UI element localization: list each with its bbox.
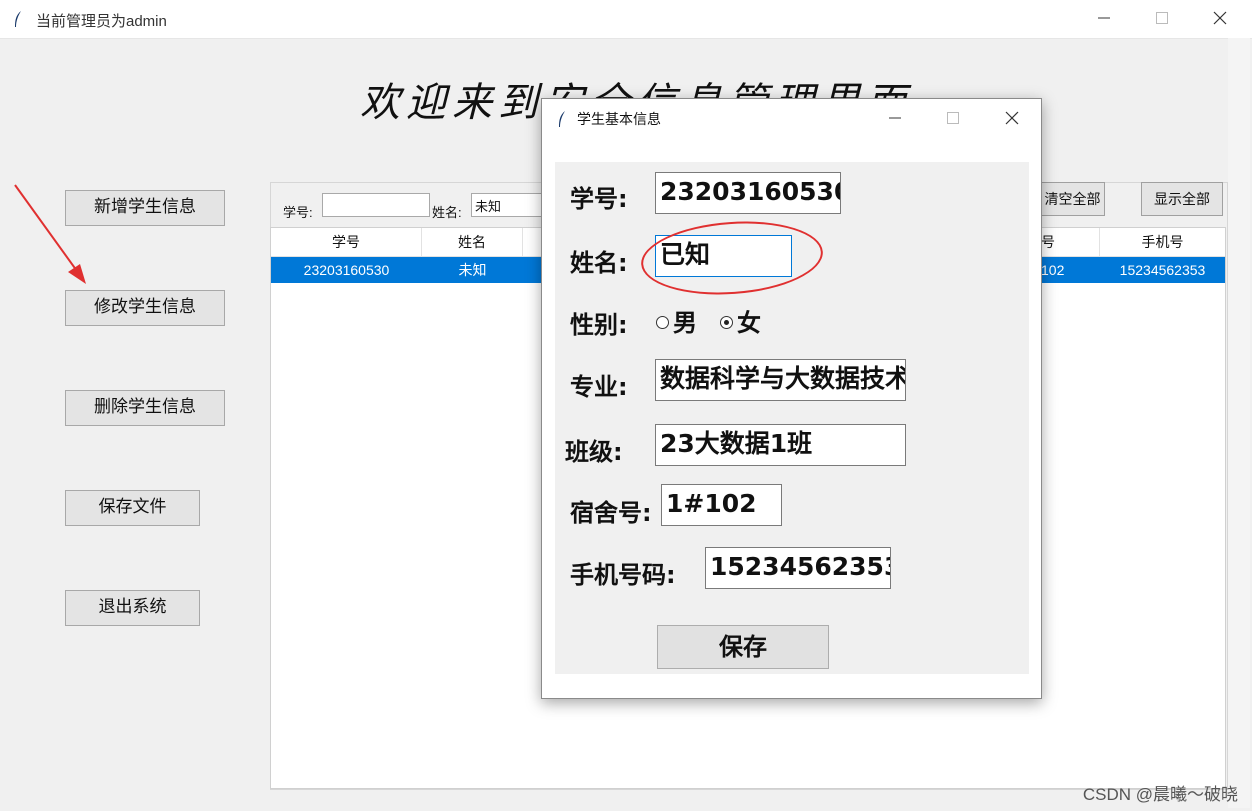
dialog-title: 学生基本信息 — [577, 111, 661, 127]
exit-system-button[interactable]: 退出系统 — [65, 590, 200, 626]
close-icon[interactable] — [1002, 108, 1022, 128]
add-student-button[interactable]: 新增学生信息 — [65, 190, 225, 226]
cell-phone: 15234562353 — [1119, 262, 1206, 278]
maximize-icon[interactable] — [1152, 8, 1172, 28]
show-all-button[interactable]: 显示全部 — [1141, 182, 1223, 216]
save-file-button[interactable]: 保存文件 — [65, 490, 200, 526]
search-name-input[interactable]: 未知 — [471, 193, 546, 217]
cell-name: 未知 — [458, 262, 487, 278]
search-name-label: 姓名: — [432, 205, 462, 220]
cell-id: 23203160530 — [303, 262, 390, 278]
major-label: 专业: — [570, 373, 628, 401]
minimize-icon[interactable] — [1094, 8, 1114, 28]
radio-circle-icon — [656, 315, 669, 329]
class-input[interactable]: 23大数据1班 — [655, 424, 906, 466]
gender-female-radio[interactable]: 女 — [720, 303, 761, 338]
watermark: CSDN @晨曦～破晓 — [1082, 785, 1238, 804]
id-input[interactable]: 23203160530 — [655, 172, 841, 214]
column-header-phone[interactable]: 手机号 — [1100, 228, 1225, 257]
search-id-label: 学号: — [283, 205, 313, 220]
search-id-input[interactable] — [322, 193, 430, 217]
major-input[interactable]: 数据科学与大数据技术 — [655, 359, 906, 401]
cell-dorm: 102 — [1041, 262, 1065, 278]
feather-icon — [559, 111, 565, 127]
gender-female-label: 女 — [737, 309, 761, 337]
student-info-dialog: 学生基本信息 学号: 23203160530 姓名: 已知 性别: 男 女 专业… — [541, 98, 1042, 699]
window-scrollbar[interactable] — [1228, 38, 1250, 808]
gender-male-label: 男 — [673, 309, 697, 337]
column-header-dorm-label: 号 — [1041, 234, 1055, 250]
save-button[interactable]: 保存 — [657, 625, 829, 669]
delete-student-button[interactable]: 删除学生信息 — [65, 390, 225, 426]
close-icon[interactable] — [1210, 8, 1230, 28]
column-header-name[interactable]: 姓名 — [422, 228, 523, 257]
feather-icon — [15, 11, 21, 27]
phone-label: 手机号码: — [570, 561, 676, 589]
radio-selected-icon — [720, 315, 733, 329]
dorm-label: 宿舍号: — [570, 499, 652, 527]
window-title: 当前管理员为admin — [36, 13, 167, 30]
main-titlebar: 当前管理员为admin — [0, 0, 1252, 39]
column-header-id[interactable]: 学号 — [271, 228, 422, 257]
class-label: 班级: — [565, 438, 623, 466]
minimize-icon[interactable] — [885, 108, 905, 128]
name-label: 姓名: — [570, 249, 628, 277]
maximize-icon[interactable] — [943, 108, 963, 128]
gender-label: 性别: — [570, 311, 628, 339]
edit-student-button[interactable]: 修改学生信息 — [65, 290, 225, 326]
phone-input[interactable]: 15234562353 — [705, 547, 891, 589]
gender-male-radio[interactable]: 男 — [656, 303, 697, 338]
dorm-input[interactable]: 1#102 — [661, 484, 782, 526]
id-label: 学号: — [570, 185, 628, 213]
